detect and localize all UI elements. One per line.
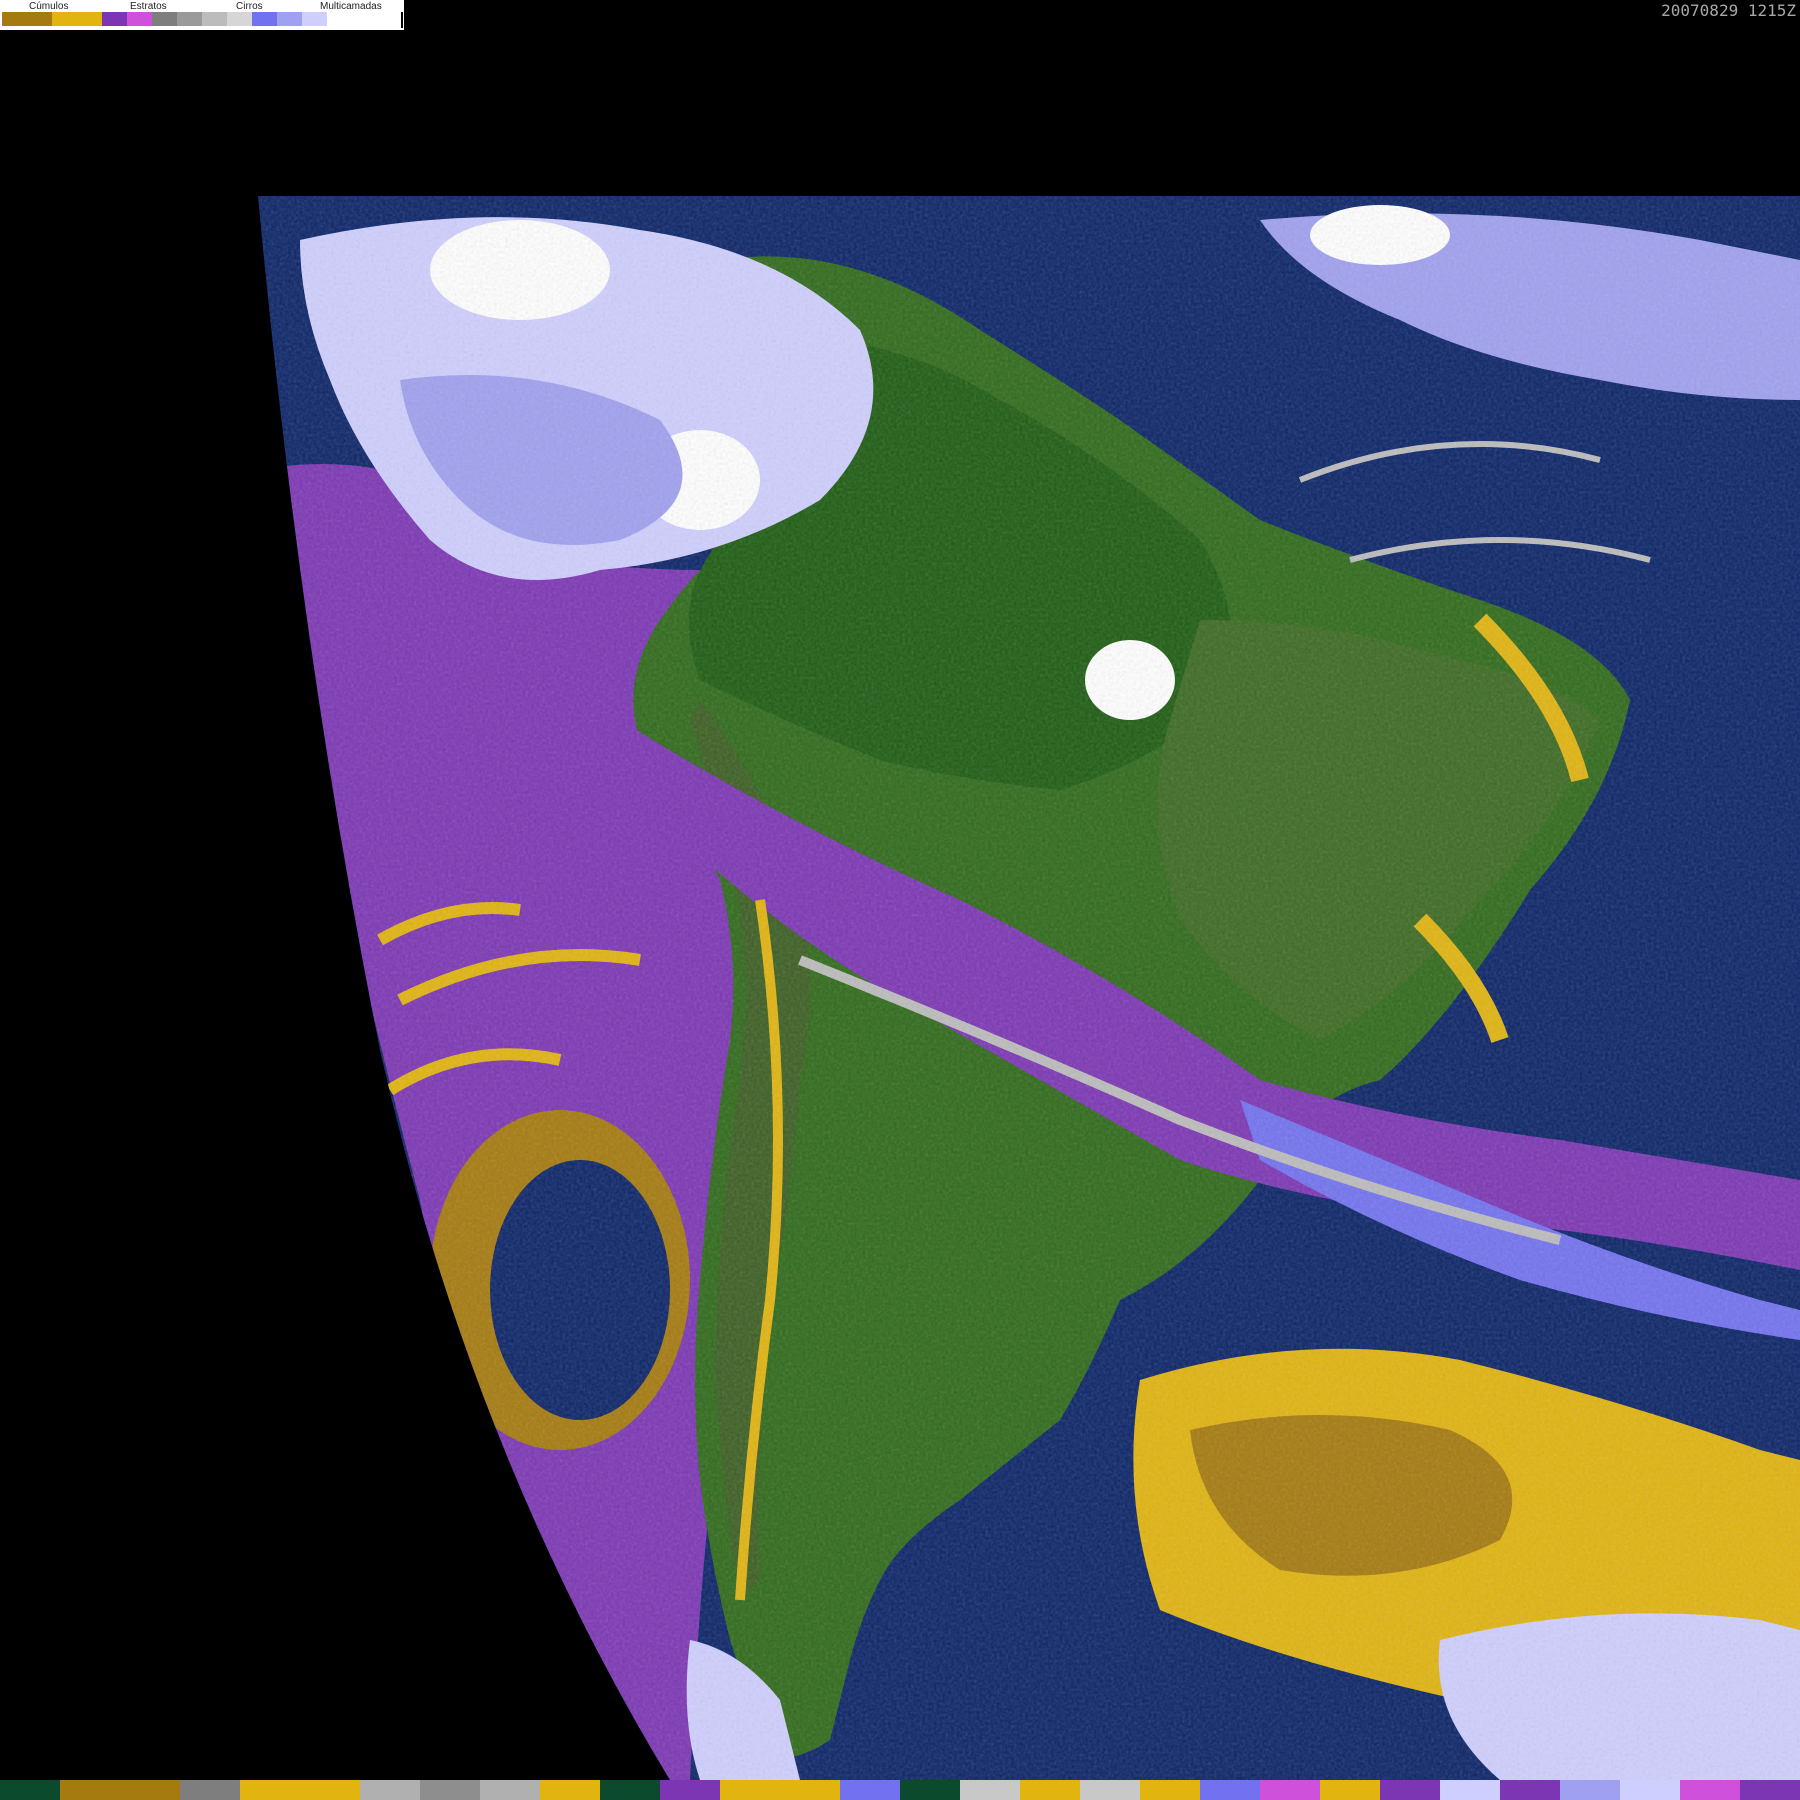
- strip-cell-7: [420, 1780, 480, 1800]
- strip-cell-17: [1020, 1780, 1080, 1800]
- strip-cell-11: [660, 1780, 720, 1800]
- strip-cell-28: [1680, 1780, 1740, 1800]
- strip-cell-2: [120, 1780, 180, 1800]
- strip-cell-18: [1080, 1780, 1140, 1800]
- image-grain: [258, 196, 1800, 1780]
- strip-cell-1: [60, 1780, 120, 1800]
- strip-cell-16: [960, 1780, 1020, 1800]
- bottom-color-strip: [0, 1780, 1800, 1800]
- strip-cell-13: [780, 1780, 840, 1800]
- strip-cell-8: [480, 1780, 540, 1800]
- strip-cell-29: [1740, 1780, 1800, 1800]
- strip-cell-26: [1560, 1780, 1620, 1800]
- strip-cell-25: [1500, 1780, 1560, 1800]
- strip-cell-24: [1440, 1780, 1500, 1800]
- strip-cell-19: [1140, 1780, 1200, 1800]
- strip-cell-23: [1380, 1780, 1440, 1800]
- strip-cell-15: [900, 1780, 960, 1800]
- strip-cell-27: [1620, 1780, 1680, 1800]
- strip-cell-5: [300, 1780, 360, 1800]
- strip-cell-14: [840, 1780, 900, 1800]
- strip-cell-12: [720, 1780, 780, 1800]
- strip-cell-9: [540, 1780, 600, 1800]
- strip-cell-20: [1200, 1780, 1260, 1800]
- strip-cell-4: [240, 1780, 300, 1800]
- strip-cell-10: [600, 1780, 660, 1800]
- strip-cell-21: [1260, 1780, 1320, 1800]
- strip-cell-6: [360, 1780, 420, 1800]
- strip-cell-0: [0, 1780, 60, 1800]
- satellite-cloud-map: [258, 196, 1800, 1780]
- strip-cell-22: [1320, 1780, 1380, 1800]
- strip-cell-3: [180, 1780, 240, 1800]
